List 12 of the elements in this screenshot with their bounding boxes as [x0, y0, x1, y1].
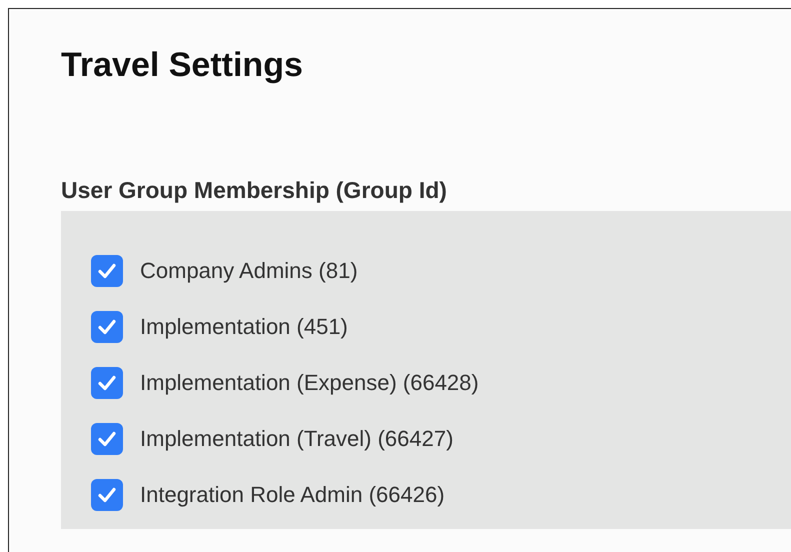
- group-label: Implementation (Travel) (66427): [140, 425, 454, 453]
- group-label: Implementation (451): [140, 313, 348, 341]
- group-label: Integration Role Admin (66426): [140, 481, 445, 509]
- checkbox[interactable]: [91, 423, 123, 455]
- group-label: Company Admins (81): [140, 257, 358, 285]
- checkbox[interactable]: [91, 311, 123, 343]
- checkbox[interactable]: [91, 255, 123, 287]
- checkbox[interactable]: [91, 479, 123, 511]
- section-heading: User Group Membership (Group Id): [61, 176, 447, 205]
- group-label: Implementation (Expense) (66428): [140, 369, 479, 397]
- page-title: Travel Settings: [61, 45, 303, 86]
- checkbox[interactable]: [91, 367, 123, 399]
